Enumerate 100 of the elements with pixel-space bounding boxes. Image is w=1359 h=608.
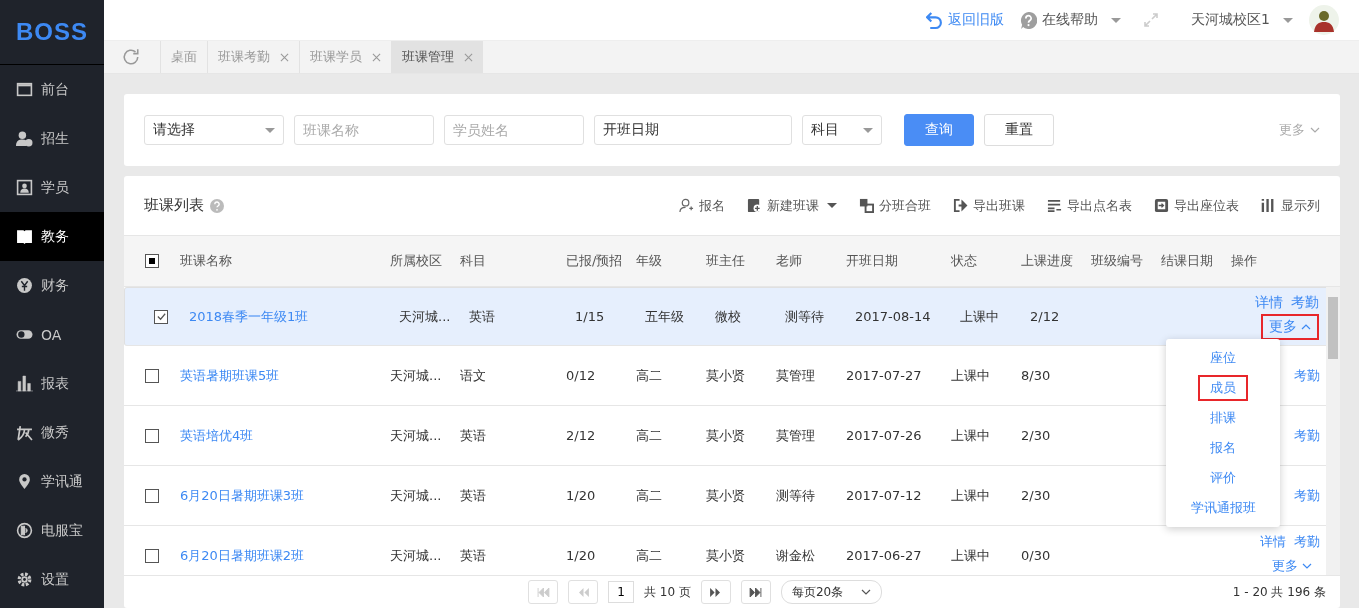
toolbar-button[interactable]: 导出座位表 [1154,196,1239,215]
help-menu[interactable]: 在线帮助 [1020,11,1122,29]
action-link[interactable]: 考勤 [1294,426,1320,445]
table-cell: 上课中 [951,427,990,443]
table-cell: 上课中 [951,487,990,503]
row-checkbox[interactable] [145,428,159,443]
action-link[interactable]: 详情 [1260,532,1286,551]
table-cell: 莫小贤 [706,367,745,383]
table-cell: 0/30 [1021,548,1051,563]
column-header: 状态 [951,252,978,270]
column-header: 所属校区 [390,252,443,270]
tab[interactable]: 班课管理 [391,41,483,73]
table-cell: 英语 [460,547,486,563]
sidebar-item[interactable]: 设置 [0,555,104,604]
undo-icon [926,11,944,29]
first-page-icon [536,587,550,597]
user-menu[interactable]: 天河城校区1 [1191,11,1293,29]
row-checkbox[interactable] [145,368,159,383]
column-header: 班级编号 [1091,252,1144,270]
table-cell: 天河城... [390,547,442,563]
table-cell: 谢金松 [776,547,815,563]
back-link[interactable]: 返回旧版 [926,11,1005,29]
coin-icon [16,277,33,294]
table-cell: 2017-07-12 [846,488,922,503]
column-header: 结课日期 [1161,252,1214,270]
refresh-icon[interactable] [122,48,140,66]
menu-item[interactable]: 排课 [1198,405,1248,431]
document-icon [747,198,762,213]
class-name-link[interactable]: 英语培优4班 [180,427,254,443]
action-link[interactable]: 考勤 [1294,366,1320,385]
column-header: 操作 [1231,252,1258,270]
table-cell: 高二 [636,427,662,443]
next-page-icon [709,587,723,597]
columns-icon [1261,198,1276,213]
toolbar-button[interactable]: 新建班课 [747,196,837,215]
table-cell: 1/20 [566,488,596,503]
table-cell: 五年级 [645,308,684,324]
class-name-link[interactable]: 6月20日暑期班课3班 [180,487,305,503]
menu-item[interactable]: 成员 [1198,375,1248,401]
sidebar-item[interactable]: 学讯通 [0,457,104,506]
record-range: 1 - 20 共 196 条 [1232,583,1326,601]
column-header: 已报/预招 [566,252,624,270]
class-name-field[interactable]: 班课名称 [294,115,434,145]
toolbar-button[interactable]: 显示列 [1261,196,1320,215]
table-cell: 英语 [469,308,495,324]
chevron-up-icon [1301,323,1311,330]
table-cell: 天河城... [390,427,442,443]
class-name-link[interactable]: 英语暑期班课5班 [180,367,280,383]
student-name-field[interactable]: 学员姓名 [444,115,584,145]
menu-item[interactable]: 评价 [1198,465,1248,491]
table-cell: 英语 [460,427,486,443]
table-cell: 莫管理 [776,427,815,443]
next-page-button[interactable] [700,580,731,604]
menu-item[interactable]: 报名 [1198,435,1248,461]
campus-select[interactable]: 请选择 [144,115,284,145]
table-cell: 天河城... [390,367,442,383]
menu-item[interactable]: 学讯通报班 [1178,495,1268,521]
column-header: 老师 [776,252,803,270]
caret-icon [1111,17,1122,23]
table-cell: 上课中 [951,547,990,563]
last-page-button[interactable] [740,580,771,604]
sidebar-item[interactable]: 前台 [0,65,104,114]
sidebar-item[interactable]: 微秀 [0,408,104,457]
start-date-field[interactable]: 开班日期 [594,115,792,145]
more-actions-link[interactable]: 更多 [1264,552,1320,575]
select-all-checkbox[interactable] [145,254,159,268]
last-page-icon [749,587,763,597]
menu-item[interactable]: 座位 [1198,345,1248,371]
table-cell: 高二 [636,547,662,563]
action-link[interactable]: 考勤 [1294,486,1320,505]
sidebar-item[interactable]: OA [0,310,104,359]
sidebar-item[interactable]: 报表 [0,359,104,408]
toolbar-button[interactable]: 导出点名表 [1047,196,1132,215]
toolbar-button[interactable]: 导出班课 [953,196,1025,215]
scrollbar[interactable] [1326,287,1340,575]
table-cell: 天河城... [399,308,451,324]
toolbar-button[interactable]: 分班合班 [859,196,931,215]
sidebar-item[interactable]: 教务 [0,212,104,261]
table-cell: 高二 [636,487,662,503]
sidebar-item[interactable]: 学员 [0,163,104,212]
avatar[interactable] [1309,5,1339,35]
action-link[interactable]: 考勤 [1294,532,1320,551]
row-checkbox[interactable] [145,488,159,503]
page-size-select[interactable]: 每页20条 [780,580,883,604]
sidebar-item[interactable]: 电服宝 [0,506,104,555]
sidebar-item[interactable]: 招生 [0,114,104,163]
user-plus-icon [16,130,33,147]
reset-button[interactable]: 重置 [984,114,1054,146]
page-field[interactable]: 1 [608,581,634,603]
table-cell: 2/30 [1021,428,1051,443]
caret-icon [265,127,275,133]
id-icon [16,179,33,196]
subject-select[interactable]: 科目 [802,115,882,145]
row-checkbox[interactable] [154,309,168,324]
toolbar-button[interactable]: 报名 [679,196,725,215]
image-icon [1154,198,1169,213]
class-name-link[interactable]: 6月20日暑期班课2班 [180,547,305,563]
table-cell: 莫管理 [776,367,815,383]
sidebar-item[interactable]: 财务 [0,261,104,310]
row-checkbox[interactable] [145,548,159,563]
